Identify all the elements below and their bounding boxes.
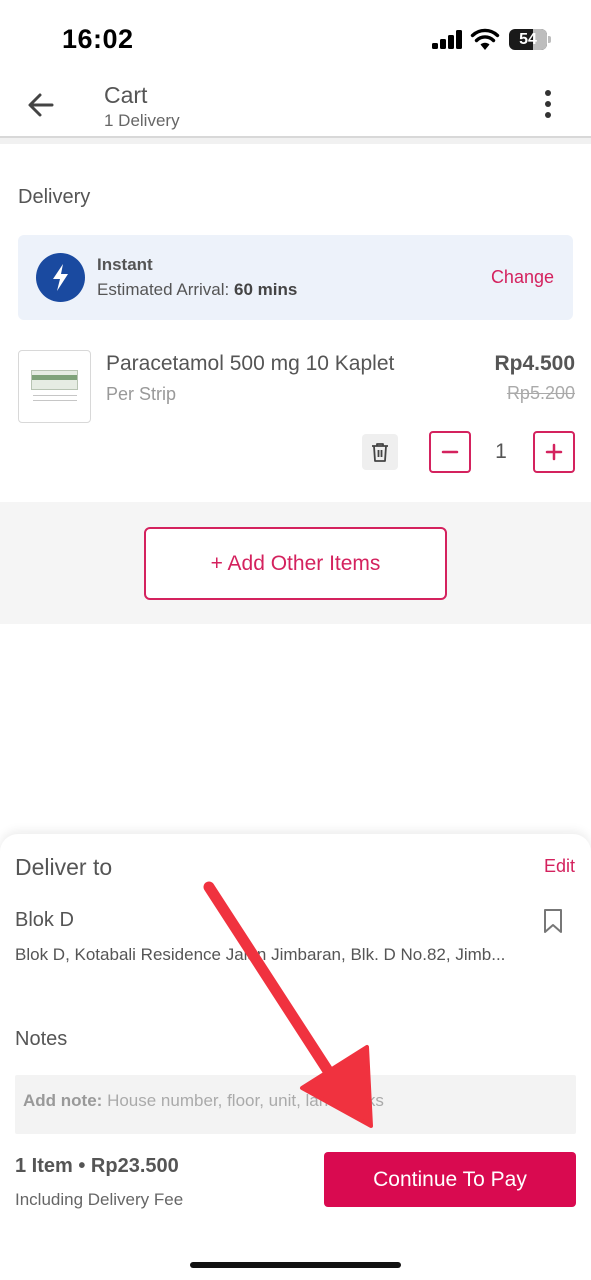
- battery-level: 54: [519, 31, 537, 48]
- deliver-to-title: Deliver to: [15, 854, 113, 880]
- delivery-type: Instant: [97, 255, 153, 274]
- battery-icon: 54: [509, 29, 551, 50]
- product-original-price: Rp5.200: [506, 383, 575, 403]
- estimated-arrival: Estimated Arrival: 60 mins: [97, 280, 297, 300]
- quantity-value: 1: [495, 440, 507, 463]
- note-input[interactable]: Add note: House number, floor, unit, lan…: [15, 1075, 576, 1134]
- product-price: Rp4.500: [494, 352, 575, 375]
- minus-icon: [441, 450, 459, 454]
- trash-icon: [372, 443, 388, 462]
- eta-label: Estimated Arrival:: [97, 280, 230, 299]
- lightning-icon: [36, 253, 85, 302]
- more-vertical-icon: [545, 90, 551, 96]
- status-bar: 16:02 54: [0, 0, 591, 78]
- delivery-option-card: Instant Estimated Arrival: 60 mins Chang…: [18, 235, 573, 320]
- product-image[interactable]: [18, 350, 91, 423]
- note-label: Add note:: [23, 1091, 103, 1110]
- order-total: 1 Item • Rp23.500: [15, 1155, 179, 1177]
- address-full: Blok D, Kotabali Residence Jalan Jimbara…: [15, 945, 506, 964]
- checkout-sheet: Deliver to Edit Blok D Blok D, Kotabali …: [0, 834, 591, 1280]
- back-arrow-icon: [28, 93, 54, 117]
- wifi-icon: [470, 27, 500, 51]
- delivery-fee-note: Including Delivery Fee: [15, 1190, 184, 1209]
- status-time: 16:02: [62, 24, 134, 54]
- home-indicator: [190, 1262, 401, 1268]
- edit-address-button[interactable]: Edit: [544, 856, 575, 877]
- notes-title: Notes: [15, 1028, 68, 1050]
- product-unit: Per Strip: [106, 384, 177, 404]
- add-items-section: + Add Other Items: [0, 502, 591, 624]
- cellular-signal-icon: [432, 30, 462, 49]
- increase-quantity-button[interactable]: [533, 431, 575, 473]
- product-name[interactable]: Paracetamol 500 mg 10 Kaplet: [106, 352, 394, 376]
- plus-icon: [545, 443, 563, 461]
- more-options-button[interactable]: [536, 90, 562, 120]
- address-name: Blok D: [15, 909, 74, 931]
- eta-value: 60 mins: [234, 280, 298, 299]
- delivery-section-title: Delivery: [18, 186, 91, 208]
- divider: [0, 138, 591, 144]
- change-delivery-button[interactable]: Change: [491, 267, 554, 288]
- app-header: Cart 1 Delivery: [0, 78, 591, 138]
- add-other-items-button[interactable]: + Add Other Items: [144, 527, 447, 600]
- delete-item-button[interactable]: [362, 434, 398, 470]
- page-title: Cart: [104, 82, 148, 108]
- delivery-count: 1 Delivery: [104, 111, 180, 130]
- note-placeholder: House number, floor, unit, landmarks: [107, 1091, 384, 1110]
- continue-to-pay-button[interactable]: Continue To Pay: [324, 1152, 576, 1207]
- bookmark-icon[interactable]: [542, 908, 564, 934]
- back-button[interactable]: [22, 86, 60, 124]
- decrease-quantity-button[interactable]: [429, 431, 471, 473]
